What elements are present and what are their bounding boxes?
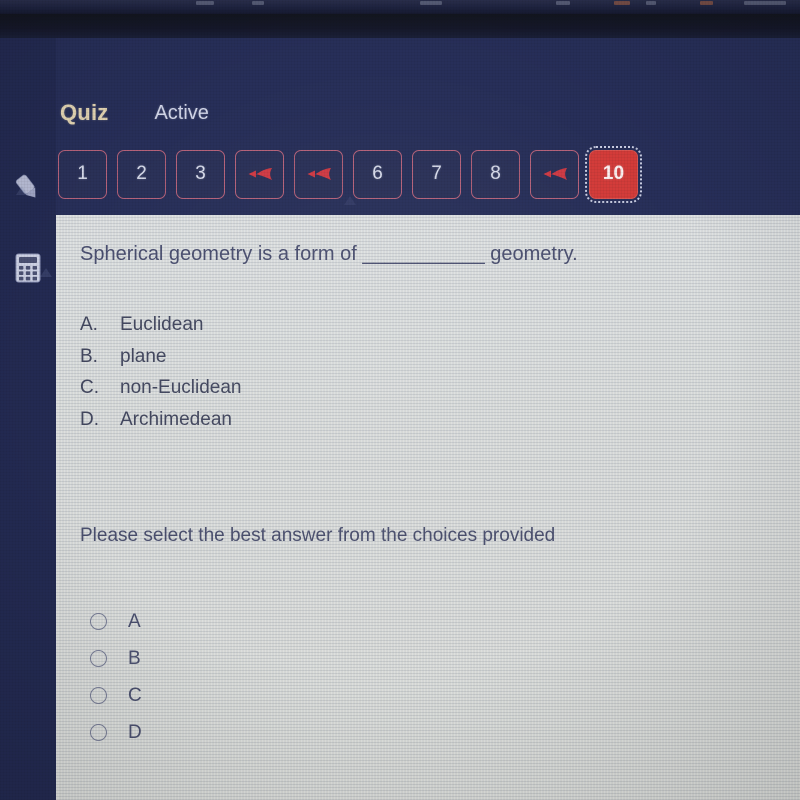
answer-option-C[interactable]: C: [90, 677, 142, 714]
radio-label: A: [128, 610, 141, 632]
radio-label: C: [128, 684, 142, 706]
dark-bezel-band: [0, 14, 800, 38]
screen-photo: Quiz Active 1 2 3 6 7 8 10 Spherical geometry …: [0, 0, 800, 800]
question-nav-button-2[interactable]: 2: [117, 149, 166, 199]
question-nav-label: 10: [602, 163, 625, 184]
question-prompt: Spherical geometry is a form of ________…: [80, 243, 578, 265]
choice-row: B. plane: [80, 341, 241, 373]
question-nav-label: 6: [372, 163, 383, 184]
question-nav-flag-9[interactable]: [530, 149, 579, 199]
choice-letter: C.: [80, 377, 99, 398]
question-panel: Spherical geometry is a form of ________…: [56, 215, 800, 800]
left-arrow-flag-icon: [247, 165, 273, 183]
radio-button-A[interactable]: [90, 613, 107, 630]
browser-chrome-strip: [0, 0, 800, 14]
choice-letter: D.: [80, 408, 99, 430]
question-nav-button-8[interactable]: 8: [471, 149, 520, 199]
status-badge: Active: [154, 101, 209, 124]
left-arrow-flag-icon: [306, 165, 332, 183]
question-nav-label: 1: [77, 163, 88, 184]
question-nav-label: 3: [195, 163, 206, 184]
quiz-header: Quiz Active: [56, 92, 800, 134]
radio-button-B[interactable]: [90, 650, 107, 667]
answer-option-D[interactable]: D: [90, 714, 142, 751]
choice-text: Euclidean: [120, 314, 204, 335]
question-nav-button-1[interactable]: 1: [58, 149, 107, 199]
choice-text: Archimedean: [120, 408, 232, 430]
choice-row: D. Archimedean: [80, 404, 241, 436]
answer-option-A[interactable]: A: [90, 603, 142, 640]
tool-rail: [0, 38, 56, 800]
radio-button-C[interactable]: [90, 687, 107, 704]
panel-left-seam: [56, 215, 58, 800]
choice-list: A. Euclidean B. plane C. non-Euclidean D. Archi…: [80, 309, 241, 435]
choice-text: plane: [120, 345, 167, 367]
choice-letter: A.: [80, 314, 98, 335]
answer-option-B[interactable]: B: [90, 640, 142, 677]
radio-label: B: [128, 647, 141, 669]
page-title: Quiz: [60, 100, 109, 125]
choice-row: A. Euclidean: [80, 309, 241, 341]
question-nav-label: 7: [431, 163, 442, 184]
question-nav-label: 8: [490, 163, 501, 184]
panel-texture: [56, 215, 800, 800]
answer-radio-group: ABCD: [90, 603, 142, 751]
question-nav-button-10[interactable]: 10: [585, 145, 642, 203]
pencil-icon[interactable]: [0, 158, 56, 218]
question-nav-button-3[interactable]: 3: [176, 149, 225, 199]
photo-artifact: [40, 268, 52, 277]
question-nav-flag-4[interactable]: [235, 149, 284, 199]
question-nav-label: 2: [136, 163, 147, 184]
left-arrow-flag-icon: [542, 165, 568, 183]
question-nav-button-6[interactable]: 6: [353, 149, 402, 199]
photo-artifact: [16, 186, 28, 195]
radio-label: D: [128, 721, 142, 743]
question-navigation: 1 2 3 6 7 8 10: [56, 145, 800, 203]
radio-button-D[interactable]: [90, 724, 107, 741]
instruction-text: Please select the best answer from the c…: [80, 525, 556, 546]
choice-letter: B.: [80, 345, 98, 367]
question-nav-button-7[interactable]: 7: [412, 149, 461, 199]
choice-text: non-Euclidean: [120, 377, 242, 398]
choice-row: C. non-Euclidean: [80, 372, 241, 404]
question-nav-flag-5[interactable]: [294, 149, 343, 199]
